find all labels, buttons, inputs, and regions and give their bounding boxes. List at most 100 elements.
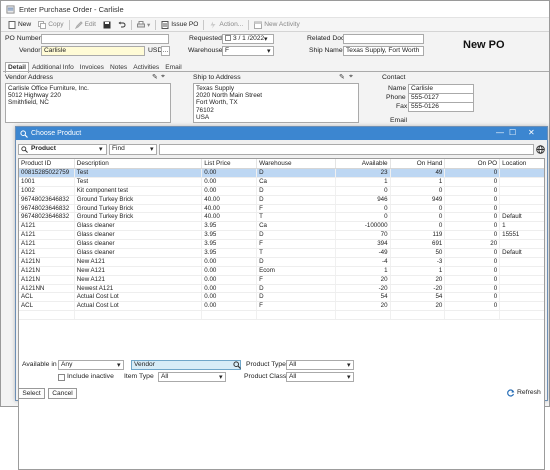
edit-button[interactable]: Edit xyxy=(72,19,99,31)
calendar-dropdown-icon[interactable]: ▾ xyxy=(264,35,267,43)
table-row[interactable]: ACL Actual Cost Lot 0.00 F 20 20 0 xyxy=(19,302,544,312)
table-row[interactable]: A121 Glass cleaner 3.95 Ca -100000 0 0 1 xyxy=(19,222,544,232)
table-cell: New A121 xyxy=(75,257,203,266)
save-button[interactable] xyxy=(100,19,114,31)
table-row[interactable]: A121 Glass cleaner 3.95 D 70 119 0 15551 xyxy=(19,231,544,241)
column-header[interactable]: Location xyxy=(500,159,544,168)
column-header[interactable]: Product ID xyxy=(19,159,75,168)
table-row[interactable]: 1002 Kit component test 0.00 D 0 0 0 xyxy=(19,186,544,196)
table-cell: 40.00 xyxy=(202,213,258,222)
cancel-button[interactable]: Cancel xyxy=(48,388,77,399)
table-row[interactable]: 96748023646832 Ground Turkey Brick 40.00 F 0… xyxy=(19,204,544,214)
issue-po-button[interactable]: Issue PO xyxy=(158,19,201,31)
column-header[interactable]: On PO xyxy=(445,159,501,168)
calendar-icon xyxy=(254,21,263,29)
table-cell xyxy=(500,187,544,195)
product-type-label: Product Type xyxy=(246,361,286,368)
vendor-address-line: 5012 Highway 220 xyxy=(8,92,61,100)
table-cell xyxy=(257,311,336,320)
vendor-lookup-button[interactable]: … xyxy=(161,46,170,56)
contact-fax-field[interactable]: 555-0126 xyxy=(408,102,474,112)
table-cell: D xyxy=(257,195,336,204)
table-cell: 40.00 xyxy=(202,195,258,204)
map-pin-icon[interactable]: ⌖ xyxy=(349,73,353,81)
table-row[interactable]: 96748023646832 Ground Turkey Brick 40.00 D 9… xyxy=(19,195,544,205)
map-pin-icon[interactable]: ⌖ xyxy=(161,73,165,81)
undo-button[interactable] xyxy=(115,19,129,31)
column-header[interactable]: Description xyxy=(75,159,203,168)
product-class-select[interactable]: All xyxy=(286,372,354,382)
filter-field-select[interactable]: Product xyxy=(18,144,107,155)
refresh-icon xyxy=(507,389,515,397)
table-cell: 40.00 xyxy=(202,204,258,213)
table-cell: D xyxy=(257,284,336,293)
pencil-icon[interactable]: ✎ xyxy=(339,73,345,81)
vendor-field[interactable]: Carlisle xyxy=(41,46,145,56)
product-type-select[interactable]: All xyxy=(286,360,354,370)
minimize-icon[interactable]: — xyxy=(496,128,504,137)
close-icon[interactable]: ✕ xyxy=(528,128,535,137)
column-header[interactable]: On Hand xyxy=(391,159,446,168)
table-row[interactable]: 1001 Test 0.00 Ca 1 1 0 xyxy=(19,177,544,187)
vendor-filter-input[interactable]: Vendor xyxy=(131,360,241,370)
ship-address-box[interactable]: Texas Supply 2020 North Main Street Fort… xyxy=(193,83,359,123)
table-cell: 23 xyxy=(336,169,391,177)
table-row[interactable]: 00815285022759 Test 0.00 D 23 49 0 xyxy=(19,169,544,178)
ship-name-label: Ship Name xyxy=(309,47,343,54)
po-number-field[interactable] xyxy=(41,34,169,44)
table-cell: Default xyxy=(502,213,522,221)
table-row[interactable]: A121N New A121 0.00 Ecom 1 1 0 xyxy=(19,266,544,276)
ship-name-field[interactable]: Texas Supply, Fort Worth xyxy=(343,46,424,56)
column-header[interactable]: Warehouse xyxy=(257,159,336,168)
requested-checkbox[interactable] xyxy=(225,35,231,41)
table-row[interactable]: A121 Glass cleaner 3.95 F 394 691 20 xyxy=(19,240,544,250)
edit-label: Edit xyxy=(84,21,96,28)
column-header[interactable]: Available xyxy=(336,159,391,168)
print-button[interactable]: ▾ xyxy=(134,19,153,31)
products-grid: Product ID Description List Price Wareho… xyxy=(18,158,545,470)
contact-fax-label: Fax xyxy=(396,103,408,110)
new-activity-button[interactable]: New Activity xyxy=(251,19,303,31)
new-icon xyxy=(8,20,16,29)
table-cell: 20 xyxy=(336,302,391,311)
table-row[interactable]: ACL Actual Cost Lot 0.00 D 54 54 0 xyxy=(19,293,544,303)
vendor-address-line: Smithfield, NC xyxy=(8,99,49,107)
table-row[interactable]: A121N New A121 0.00 F 20 20 0 xyxy=(19,275,544,285)
maximize-icon[interactable]: ☐ xyxy=(509,128,516,137)
table-cell: Test xyxy=(75,169,203,177)
po-number-label: PO Number xyxy=(5,35,41,42)
new-button[interactable]: New xyxy=(5,19,34,31)
table-row[interactable]: 96748023646832 Ground Turkey Brick 40.00 T 0… xyxy=(19,213,544,223)
column-header[interactable]: List Price xyxy=(202,159,258,168)
issue-po-label: Issue PO xyxy=(171,21,199,28)
window-title: Enter Purchase Order - Carlisle xyxy=(19,4,124,14)
table-cell: 0.00 xyxy=(202,169,258,177)
related-doc-label: Related Doc xyxy=(307,35,345,42)
table-row[interactable]: A121 Glass cleaner 3.95 T -49 50 0 Default xyxy=(19,249,544,258)
search-icon[interactable] xyxy=(233,361,241,369)
ship-address-line: Texas Supply xyxy=(196,85,235,92)
table-cell: D xyxy=(257,186,336,195)
table-cell: Glass cleaner xyxy=(75,231,203,240)
pencil-icon[interactable]: ✎ xyxy=(152,73,158,81)
table-cell: 0.00 xyxy=(202,275,258,284)
vendor-address-box[interactable]: Carlisle Office Furniture, Inc. 5012 Hig… xyxy=(5,83,171,123)
globe-icon[interactable] xyxy=(536,145,545,154)
table-row[interactable]: A121N New A121 0.00 D -4 -3 0 xyxy=(19,257,544,267)
table-cell: 3.95 xyxy=(202,249,258,257)
table-row[interactable] xyxy=(19,311,544,321)
table-row[interactable]: A121NN Newest A121 0.00 D -20 -20 0 xyxy=(19,284,544,294)
refresh-button[interactable]: Refresh xyxy=(517,389,541,396)
filter-value-input[interactable] xyxy=(159,144,534,155)
item-type-select[interactable]: All xyxy=(158,372,226,382)
copy-button[interactable]: Copy xyxy=(35,19,66,31)
table-cell: 0 xyxy=(445,222,501,231)
action-button[interactable]: Action... xyxy=(206,19,246,31)
table-cell xyxy=(500,276,544,284)
select-button[interactable]: Select xyxy=(18,388,45,399)
include-inactive-checkbox[interactable] xyxy=(58,374,65,381)
action-label: Action... xyxy=(219,21,244,28)
related-doc-field[interactable] xyxy=(343,34,424,44)
available-in-select[interactable]: Any xyxy=(58,360,124,370)
ship-address-line: Fort Worth, TX xyxy=(196,99,238,107)
